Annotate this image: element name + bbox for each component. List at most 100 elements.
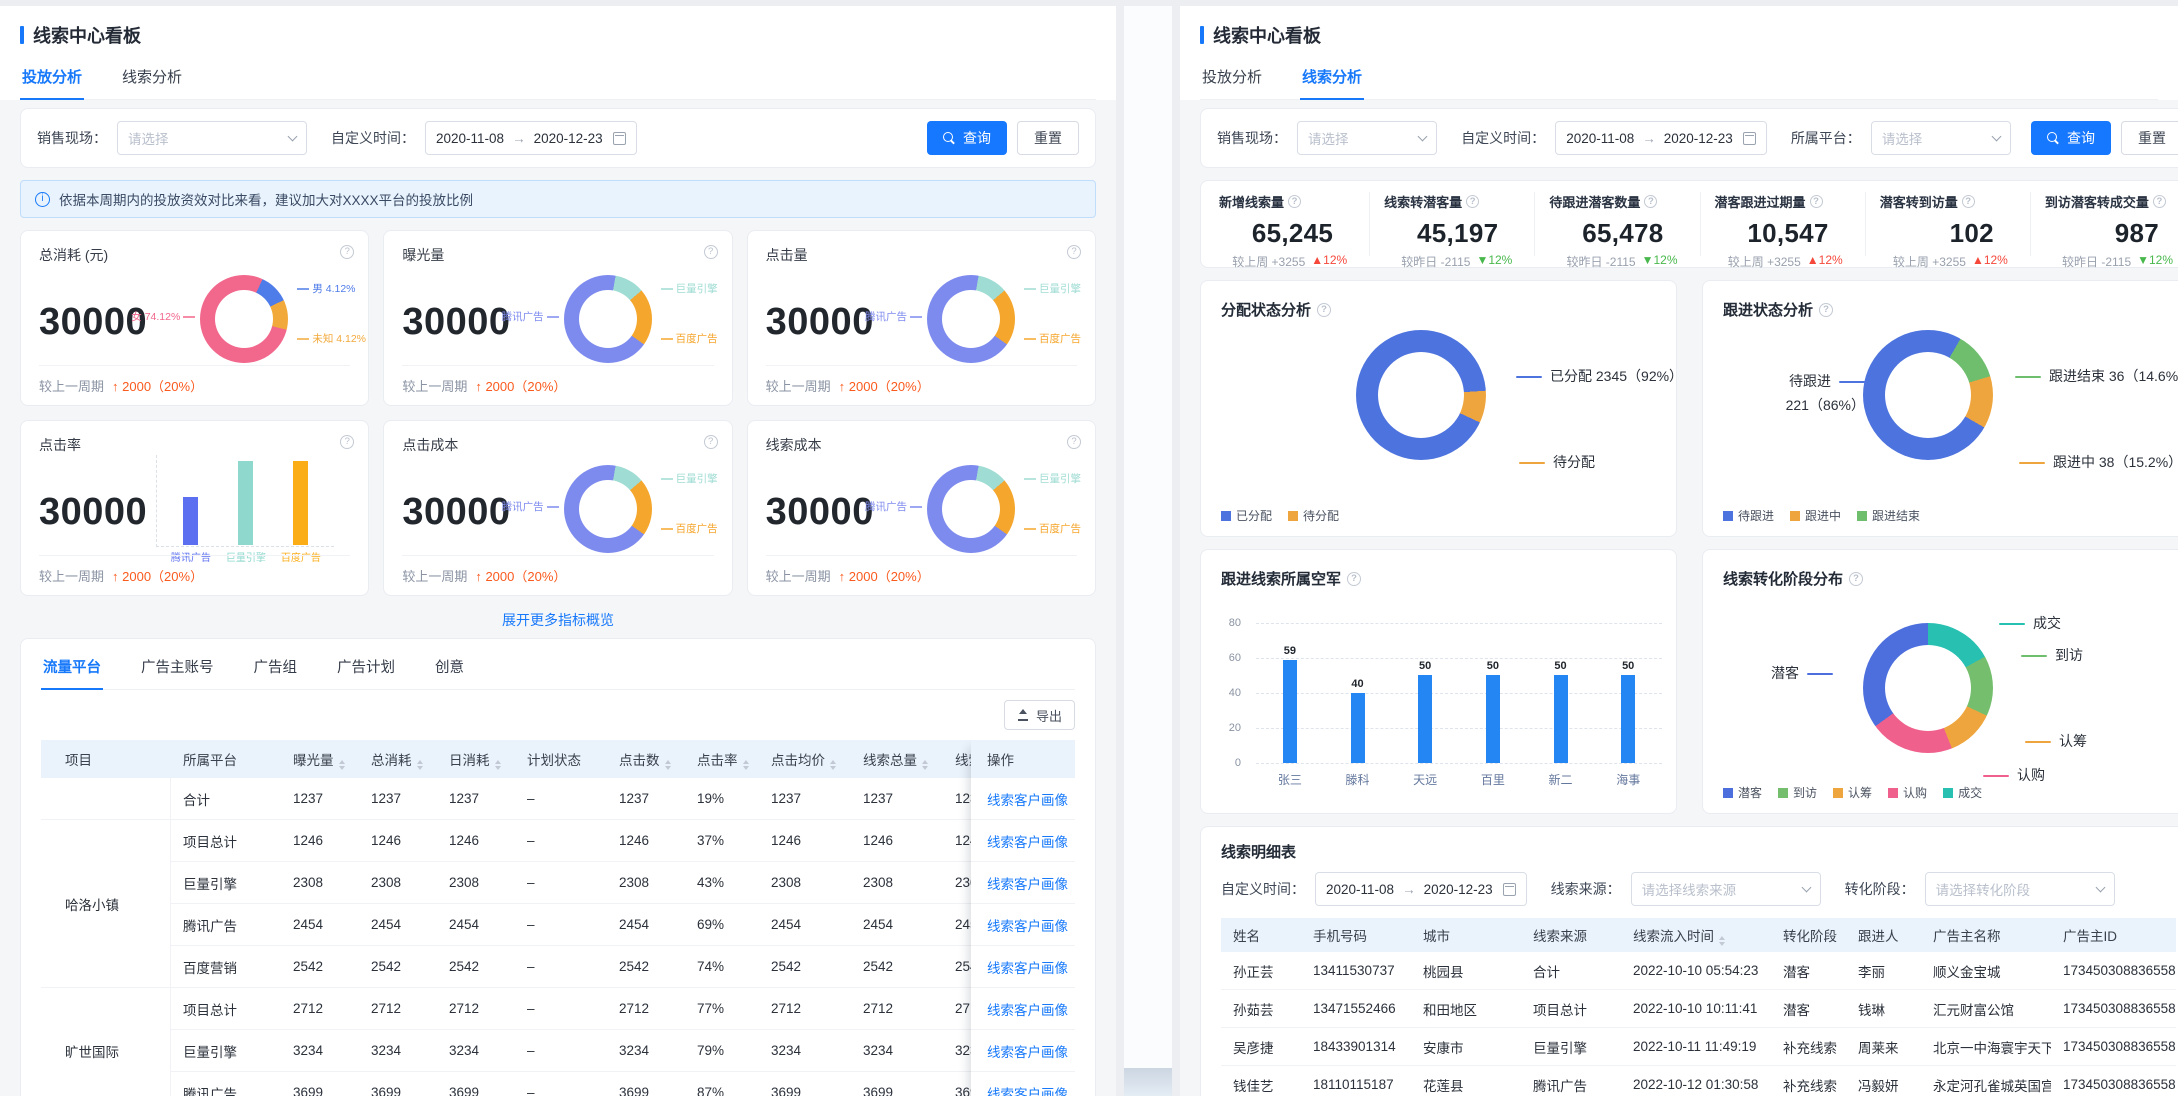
column-header[interactable]: 点击率	[685, 740, 759, 778]
sales-site-label: 销售现场：	[37, 128, 107, 148]
sales-site-select[interactable]: 请选择	[1297, 121, 1437, 155]
sort-carets-icon[interactable]	[743, 760, 749, 770]
export-button[interactable]: 导出	[1004, 700, 1075, 730]
help-icon[interactable]	[1849, 572, 1863, 586]
legend-item[interactable]: 认购	[1888, 784, 1927, 801]
column-header[interactable]: 点击数	[607, 740, 685, 778]
table-tab[interactable]: 流量平台	[41, 651, 103, 690]
help-icon[interactable]	[1317, 303, 1331, 317]
help-icon[interactable]	[704, 435, 718, 449]
chevron-down-icon	[2095, 882, 2105, 892]
sort-carets-icon[interactable]	[665, 760, 671, 770]
date-range-input[interactable]: 2020-11-08 → 2020-12-23	[1555, 121, 1767, 155]
date-range-input[interactable]: 2020-11-08 → 2020-12-23	[1315, 872, 1527, 906]
legend-item[interactable]: 潜客	[1723, 784, 1762, 801]
tab-placement-analysis[interactable]: 投放分析	[20, 61, 84, 100]
lead-profile-link[interactable]: 线索客户画像	[987, 1083, 1068, 1096]
bar[interactable]	[1283, 660, 1297, 763]
query-button[interactable]: 查询	[2031, 121, 2111, 155]
cell: –	[515, 946, 607, 988]
chart-area: 成交 到访 认筹 认购 潜客	[1703, 599, 2178, 789]
legend-item[interactable]: 到访	[1778, 784, 1817, 801]
bar[interactable]	[1351, 693, 1365, 763]
column-header[interactable]: 点击均价	[759, 740, 851, 778]
cell: –	[515, 778, 607, 820]
sort-carets-icon[interactable]	[495, 760, 501, 770]
cell: 77%	[685, 988, 759, 1030]
notice-text: 依据本周期内的投放资效对比来看，建议加大对XXXX平台的投放比例	[59, 189, 473, 209]
bar-slot: 50	[1459, 623, 1527, 763]
lead-profile-link[interactable]: 线索客户画像	[987, 789, 1068, 809]
bar[interactable]	[1621, 675, 1635, 763]
cell: 2454	[281, 904, 359, 946]
help-icon[interactable]	[1819, 303, 1833, 317]
tab-placement-analysis[interactable]: 投放分析	[1200, 61, 1264, 100]
sort-carets-icon[interactable]	[830, 760, 836, 770]
leader-line	[1024, 528, 1036, 530]
sort-carets-icon[interactable]	[1719, 936, 1725, 946]
table-tab[interactable]: 广告主账号	[139, 651, 216, 690]
cell: 2308	[437, 862, 515, 904]
help-icon[interactable]	[340, 245, 354, 259]
column-header[interactable]: 线索流入时间	[1621, 918, 1771, 952]
table-tab[interactable]: 广告组	[252, 651, 300, 690]
calendar-icon	[1743, 132, 1756, 145]
column-header[interactable]: 总消耗	[359, 740, 437, 778]
lead-profile-link[interactable]: 线索客户画像	[987, 915, 1068, 935]
bar[interactable]	[1418, 675, 1432, 763]
lead-profile-link[interactable]: 线索客户画像	[987, 831, 1068, 851]
column-header[interactable]: 线索总量	[851, 740, 943, 778]
help-icon[interactable]	[1644, 195, 1657, 208]
cell: 2712	[759, 988, 851, 1030]
lead-source-select[interactable]: 请选择线索来源	[1631, 872, 1821, 906]
cell: 2542	[437, 946, 515, 988]
table-tab[interactable]: 创意	[433, 651, 466, 690]
sort-carets-icon[interactable]	[417, 760, 423, 770]
bar[interactable]	[1554, 675, 1568, 763]
query-button[interactable]: 查询	[927, 121, 1007, 155]
help-icon[interactable]	[1810, 195, 1823, 208]
date-range-input[interactable]: 2020-11-08 → 2020-12-23	[425, 121, 637, 155]
lead-profile-link[interactable]: 线索客户画像	[987, 999, 1068, 1019]
sort-carets-icon[interactable]	[339, 760, 345, 770]
table-row: 腾讯广告369936993699–369987%369936993699	[41, 1072, 1033, 1096]
legend-item[interactable]: 待分配	[1288, 507, 1339, 524]
help-icon[interactable]	[704, 245, 718, 259]
cell: 合计	[1521, 952, 1621, 990]
tab-lead-analysis[interactable]: 线索分析	[120, 61, 184, 100]
legend-item[interactable]: 跟进结束	[1857, 507, 1920, 524]
lead-profile-link[interactable]: 线索客户画像	[987, 1041, 1068, 1061]
cell: 2308	[759, 862, 851, 904]
select-placeholder: 请选择转化阶段	[1936, 879, 2031, 899]
sort-carets-icon[interactable]	[922, 760, 928, 770]
column-header[interactable]: 曝光量	[281, 740, 359, 778]
reset-button[interactable]: 重置	[1017, 121, 1079, 155]
donut-label: 认购	[1983, 765, 2045, 785]
sales-site-select[interactable]: 请选择	[117, 121, 307, 155]
conversion-stage-select[interactable]: 请选择转化阶段	[1925, 872, 2115, 906]
reset-button[interactable]: 重置	[2121, 121, 2178, 155]
help-icon[interactable]	[1288, 195, 1301, 208]
scrollbar-thumb[interactable]	[1124, 1068, 1172, 1096]
help-icon[interactable]	[1067, 245, 1081, 259]
column-header[interactable]: 日消耗	[437, 740, 515, 778]
bar[interactable]	[1486, 675, 1500, 763]
help-icon[interactable]	[1962, 195, 1975, 208]
bar-value-label: 50	[1622, 660, 1634, 672]
legend-item[interactable]: 待跟进	[1723, 507, 1774, 524]
help-icon[interactable]	[1466, 195, 1479, 208]
legend-item[interactable]: 认筹	[1833, 784, 1872, 801]
lead-profile-link[interactable]: 线索客户画像	[987, 873, 1068, 893]
legend-item[interactable]: 跟进中	[1790, 507, 1841, 524]
expand-more-link[interactable]: 展开更多指标概览	[20, 610, 1096, 630]
help-icon[interactable]	[2153, 195, 2166, 208]
tab-lead-analysis[interactable]: 线索分析	[1300, 61, 1364, 100]
table-tab[interactable]: 广告计划	[335, 651, 397, 690]
help-icon[interactable]	[340, 435, 354, 449]
legend-item[interactable]: 成交	[1943, 784, 1982, 801]
help-icon[interactable]	[1347, 572, 1361, 586]
help-icon[interactable]	[1067, 435, 1081, 449]
platform-select[interactable]: 请选择	[1871, 121, 2011, 155]
lead-profile-link[interactable]: 线索客户画像	[987, 957, 1068, 977]
legend-item[interactable]: 已分配	[1221, 507, 1272, 524]
